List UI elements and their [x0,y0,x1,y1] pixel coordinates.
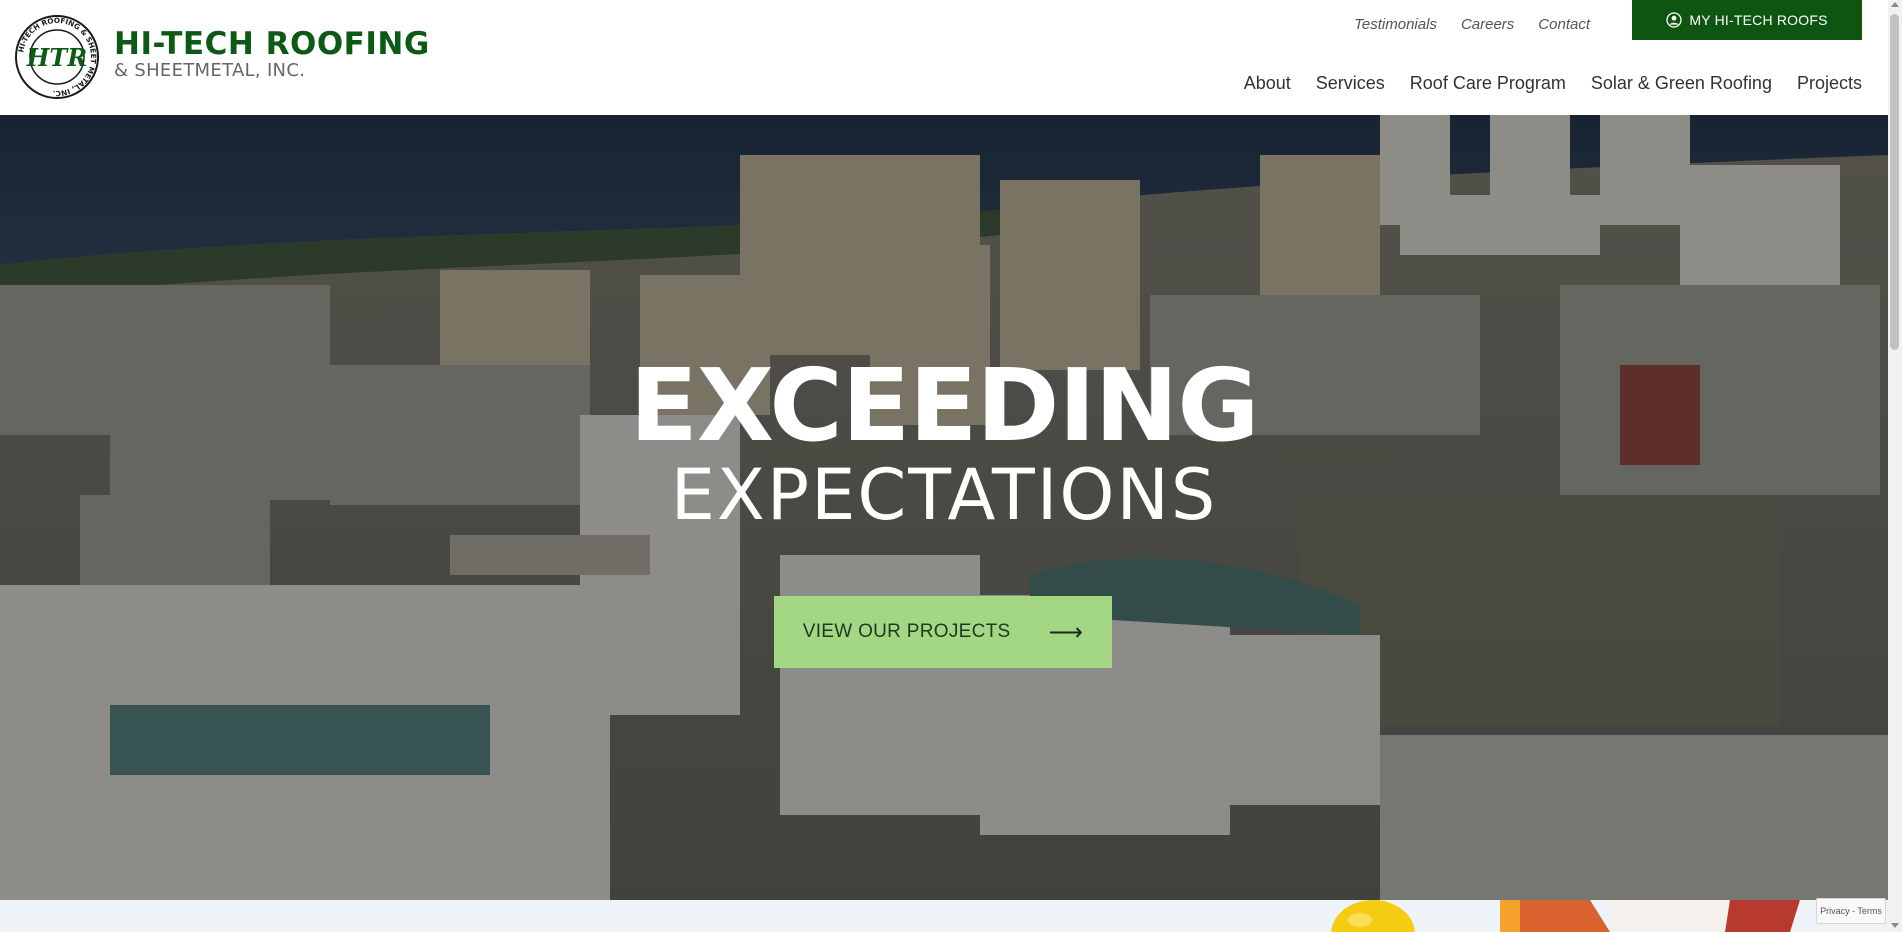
recaptcha-badge[interactable]: Privacy - Terms [1816,898,1886,924]
util-link-testimonials[interactable]: Testimonials [1354,16,1437,34]
svg-text:HTR: HTR [26,43,87,72]
hero-section: EXCEEDING EXPECTATIONS VIEW OUR PROJECTS… [0,115,1888,900]
recaptcha-label: Privacy - Terms [1820,906,1882,916]
brand-subtitle: & SHEETMETAL, INC. [114,60,306,81]
util-link-contact[interactable]: Contact [1538,16,1590,34]
nav-roof-care-program[interactable]: Roof Care Program [1410,72,1566,94]
nav-services[interactable]: Services [1316,72,1385,94]
scroll-up-arrow-icon[interactable] [1891,2,1899,7]
logo[interactable]: HI-TECH ROOFING & SHEET METAL, INC. HTR … [14,14,430,100]
page-scrollbar[interactable] [1888,0,1902,932]
nav-about[interactable]: About [1244,72,1291,94]
arrow-right-icon: ⟶ [1048,618,1084,646]
utility-nav: Testimonials Careers Contact [1354,16,1590,34]
site-header: HI-TECH ROOFING & SHEET METAL, INC. HTR … [0,0,1888,115]
nav-projects[interactable]: Projects [1797,72,1862,94]
scroll-down-arrow-icon[interactable] [1891,923,1899,928]
hero-subtitle: EXPECTATIONS [670,454,1218,536]
hard-hat-image [1331,900,1415,932]
main-nav: About Services Roof Care Program Solar &… [1244,72,1862,94]
brand-wordmark: HI-TECH ROOFING & SHEETMETAL, INC. [114,27,430,81]
company-seal-logo: HI-TECH ROOFING & SHEET METAL, INC. HTR [15,15,99,99]
view-our-projects-button[interactable]: VIEW OUR PROJECTS ⟶ [774,596,1112,668]
hero-title: EXCEEDING [629,347,1260,464]
my-hi-tech-roofs-button[interactable]: MY HI-TECH ROOFS [1632,0,1862,40]
brand-name: HI-TECH ROOFING [114,26,430,62]
next-section-preview [0,900,1888,932]
nav-solar-green-roofing[interactable]: Solar & Green Roofing [1591,72,1772,94]
portal-button-label: MY HI-TECH ROOFS [1689,12,1828,28]
user-circle-icon [1666,12,1683,28]
scrollbar-thumb[interactable] [1890,14,1899,350]
util-link-careers[interactable]: Careers [1461,16,1514,34]
cta-label: VIEW OUR PROJECTS [802,621,1011,642]
